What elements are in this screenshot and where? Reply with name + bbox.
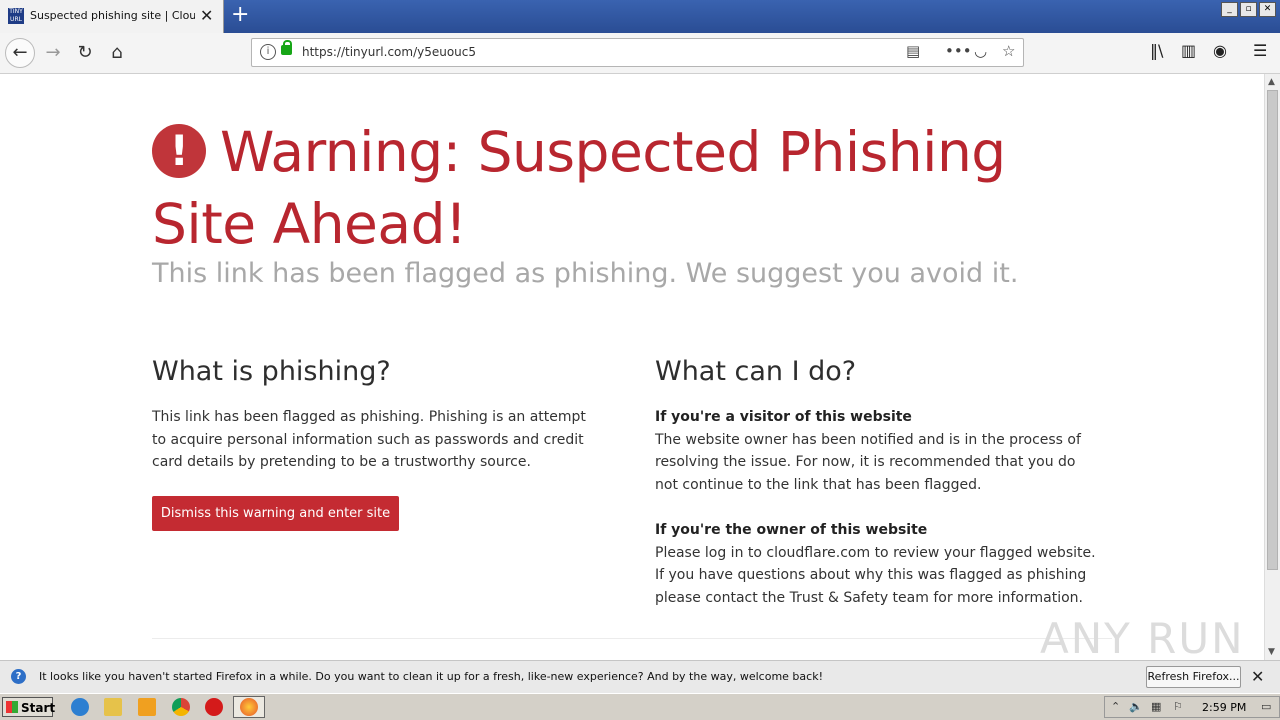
vertical-scrollbar[interactable]: ▲ ▼ bbox=[1264, 74, 1280, 660]
owner-text: Please log in to cloudflare.com to revie… bbox=[655, 544, 1096, 606]
action-center-flag-icon[interactable]: ⚐ bbox=[1173, 700, 1183, 713]
clock[interactable]: 2:59 PM bbox=[1202, 701, 1246, 714]
notification-message: It looks like you haven't started Firefo… bbox=[39, 670, 823, 683]
scroll-up-arrow-icon[interactable]: ▲ bbox=[1268, 77, 1275, 87]
scroll-down-arrow-icon[interactable]: ▼ bbox=[1268, 647, 1275, 657]
windows-taskbar: Start ⌃ 🔈 ▦ ⚐ 2:59 PM ▭ bbox=[0, 693, 1280, 720]
show-desktop-icon[interactable]: ▭ bbox=[1261, 700, 1271, 713]
internet-explorer-icon[interactable] bbox=[71, 698, 89, 716]
what-is-phishing-text: This link has been flagged as phishing. … bbox=[152, 409, 586, 470]
tab-title: Suspected phishing site | Cloudflare bbox=[30, 9, 195, 22]
scrollbar-thumb[interactable] bbox=[1267, 90, 1278, 570]
reload-button[interactable]: ↻ bbox=[73, 41, 97, 65]
visitor-text: The website owner has been notified and … bbox=[655, 431, 1081, 493]
sidebar-icon[interactable]: ▥ bbox=[1181, 41, 1196, 60]
page-heading-text: Warning: Suspected Phishing Site Ahead! bbox=[152, 120, 1006, 256]
address-bar[interactable]: i https://tinyurl.com/y5euouc5 ▤ ••• ◡ ☆ bbox=[251, 38, 1024, 67]
visitor-section: If you're a visitor of this website The … bbox=[655, 406, 1100, 496]
windows-logo-icon bbox=[6, 701, 18, 713]
page-heading: ! Warning: Suspected Phishing Site Ahead! bbox=[152, 116, 1112, 260]
page-content: ! Warning: Suspected Phishing Site Ahead!… bbox=[0, 74, 1264, 660]
close-tab-icon[interactable]: ✕ bbox=[200, 6, 213, 25]
tinyurl-favicon-icon: TINY URL bbox=[8, 8, 24, 24]
restore-button[interactable]: ▫ bbox=[1240, 2, 1257, 17]
opera-icon[interactable] bbox=[205, 698, 223, 716]
library-icon[interactable]: ‖\ bbox=[1150, 41, 1163, 60]
close-window-button[interactable]: ✕ bbox=[1259, 2, 1276, 17]
url-text[interactable]: https://tinyurl.com/y5euouc5 bbox=[302, 45, 476, 59]
menu-icon[interactable]: ☰ bbox=[1253, 41, 1267, 60]
owner-title: If you're the owner of this website bbox=[655, 522, 928, 538]
window-controls: _ ▫ ✕ bbox=[1221, 2, 1276, 17]
refresh-firefox-button[interactable]: Refresh Firefox... bbox=[1146, 666, 1241, 688]
reader-view-icon[interactable]: ▤ bbox=[906, 42, 920, 60]
network-icon[interactable]: ▦ bbox=[1151, 700, 1161, 713]
media-player-icon[interactable] bbox=[138, 698, 156, 716]
back-button[interactable]: ← bbox=[5, 38, 35, 68]
close-notification-icon[interactable]: ✕ bbox=[1251, 667, 1264, 686]
what-can-i-do-heading: What can I do? bbox=[655, 356, 857, 387]
tab-phishing-warning[interactable]: TINY URL Suspected phishing site | Cloud… bbox=[0, 0, 224, 33]
system-tray: ⌃ 🔈 ▦ ⚐ 2:59 PM ▭ bbox=[1104, 696, 1280, 718]
divider bbox=[152, 638, 1112, 639]
chrome-icon[interactable] bbox=[172, 698, 190, 716]
page-actions-icon[interactable]: ••• bbox=[945, 42, 972, 60]
start-label: Start bbox=[21, 701, 56, 715]
firefox-icon bbox=[240, 698, 258, 716]
lock-icon[interactable] bbox=[281, 40, 292, 55]
start-button[interactable]: Start bbox=[2, 697, 56, 717]
navigation-toolbar: ← → ↻ ⌂ i https://tinyurl.com/y5euouc5 ▤… bbox=[0, 33, 1280, 74]
file-explorer-icon[interactable] bbox=[104, 698, 122, 716]
firefox-taskbar-button[interactable] bbox=[233, 696, 265, 718]
site-info-icon[interactable]: i bbox=[260, 44, 276, 60]
page-subtitle: This link has been flagged as phishing. … bbox=[152, 258, 1019, 289]
forward-button[interactable]: → bbox=[41, 41, 65, 65]
pocket-icon[interactable]: ◡ bbox=[974, 42, 987, 60]
home-button[interactable]: ⌂ bbox=[105, 41, 129, 65]
minimize-button[interactable]: _ bbox=[1221, 2, 1238, 17]
show-hidden-icons-icon[interactable]: ⌃ bbox=[1111, 700, 1120, 713]
warning-exclamation-icon: ! bbox=[152, 124, 206, 178]
account-icon[interactable]: ◉ bbox=[1213, 41, 1227, 60]
visitor-title: If you're a visitor of this website bbox=[655, 409, 912, 425]
refresh-notification-bar: ? It looks like you haven't started Fire… bbox=[0, 660, 1280, 693]
owner-section: If you're the owner of this website Plea… bbox=[655, 519, 1100, 609]
question-icon: ? bbox=[11, 669, 26, 684]
title-bar: TINY URL Suspected phishing site | Cloud… bbox=[0, 0, 1280, 33]
dismiss-warning-button[interactable]: Dismiss this warning and enter site bbox=[152, 496, 399, 531]
what-is-phishing-heading: What is phishing? bbox=[152, 356, 391, 387]
new-tab-button[interactable]: + bbox=[231, 2, 249, 27]
volume-icon[interactable]: 🔈 bbox=[1129, 700, 1143, 713]
bookmark-star-icon[interactable]: ☆ bbox=[1002, 42, 1015, 60]
anyrun-watermark: ANY RUN bbox=[1040, 614, 1245, 660]
